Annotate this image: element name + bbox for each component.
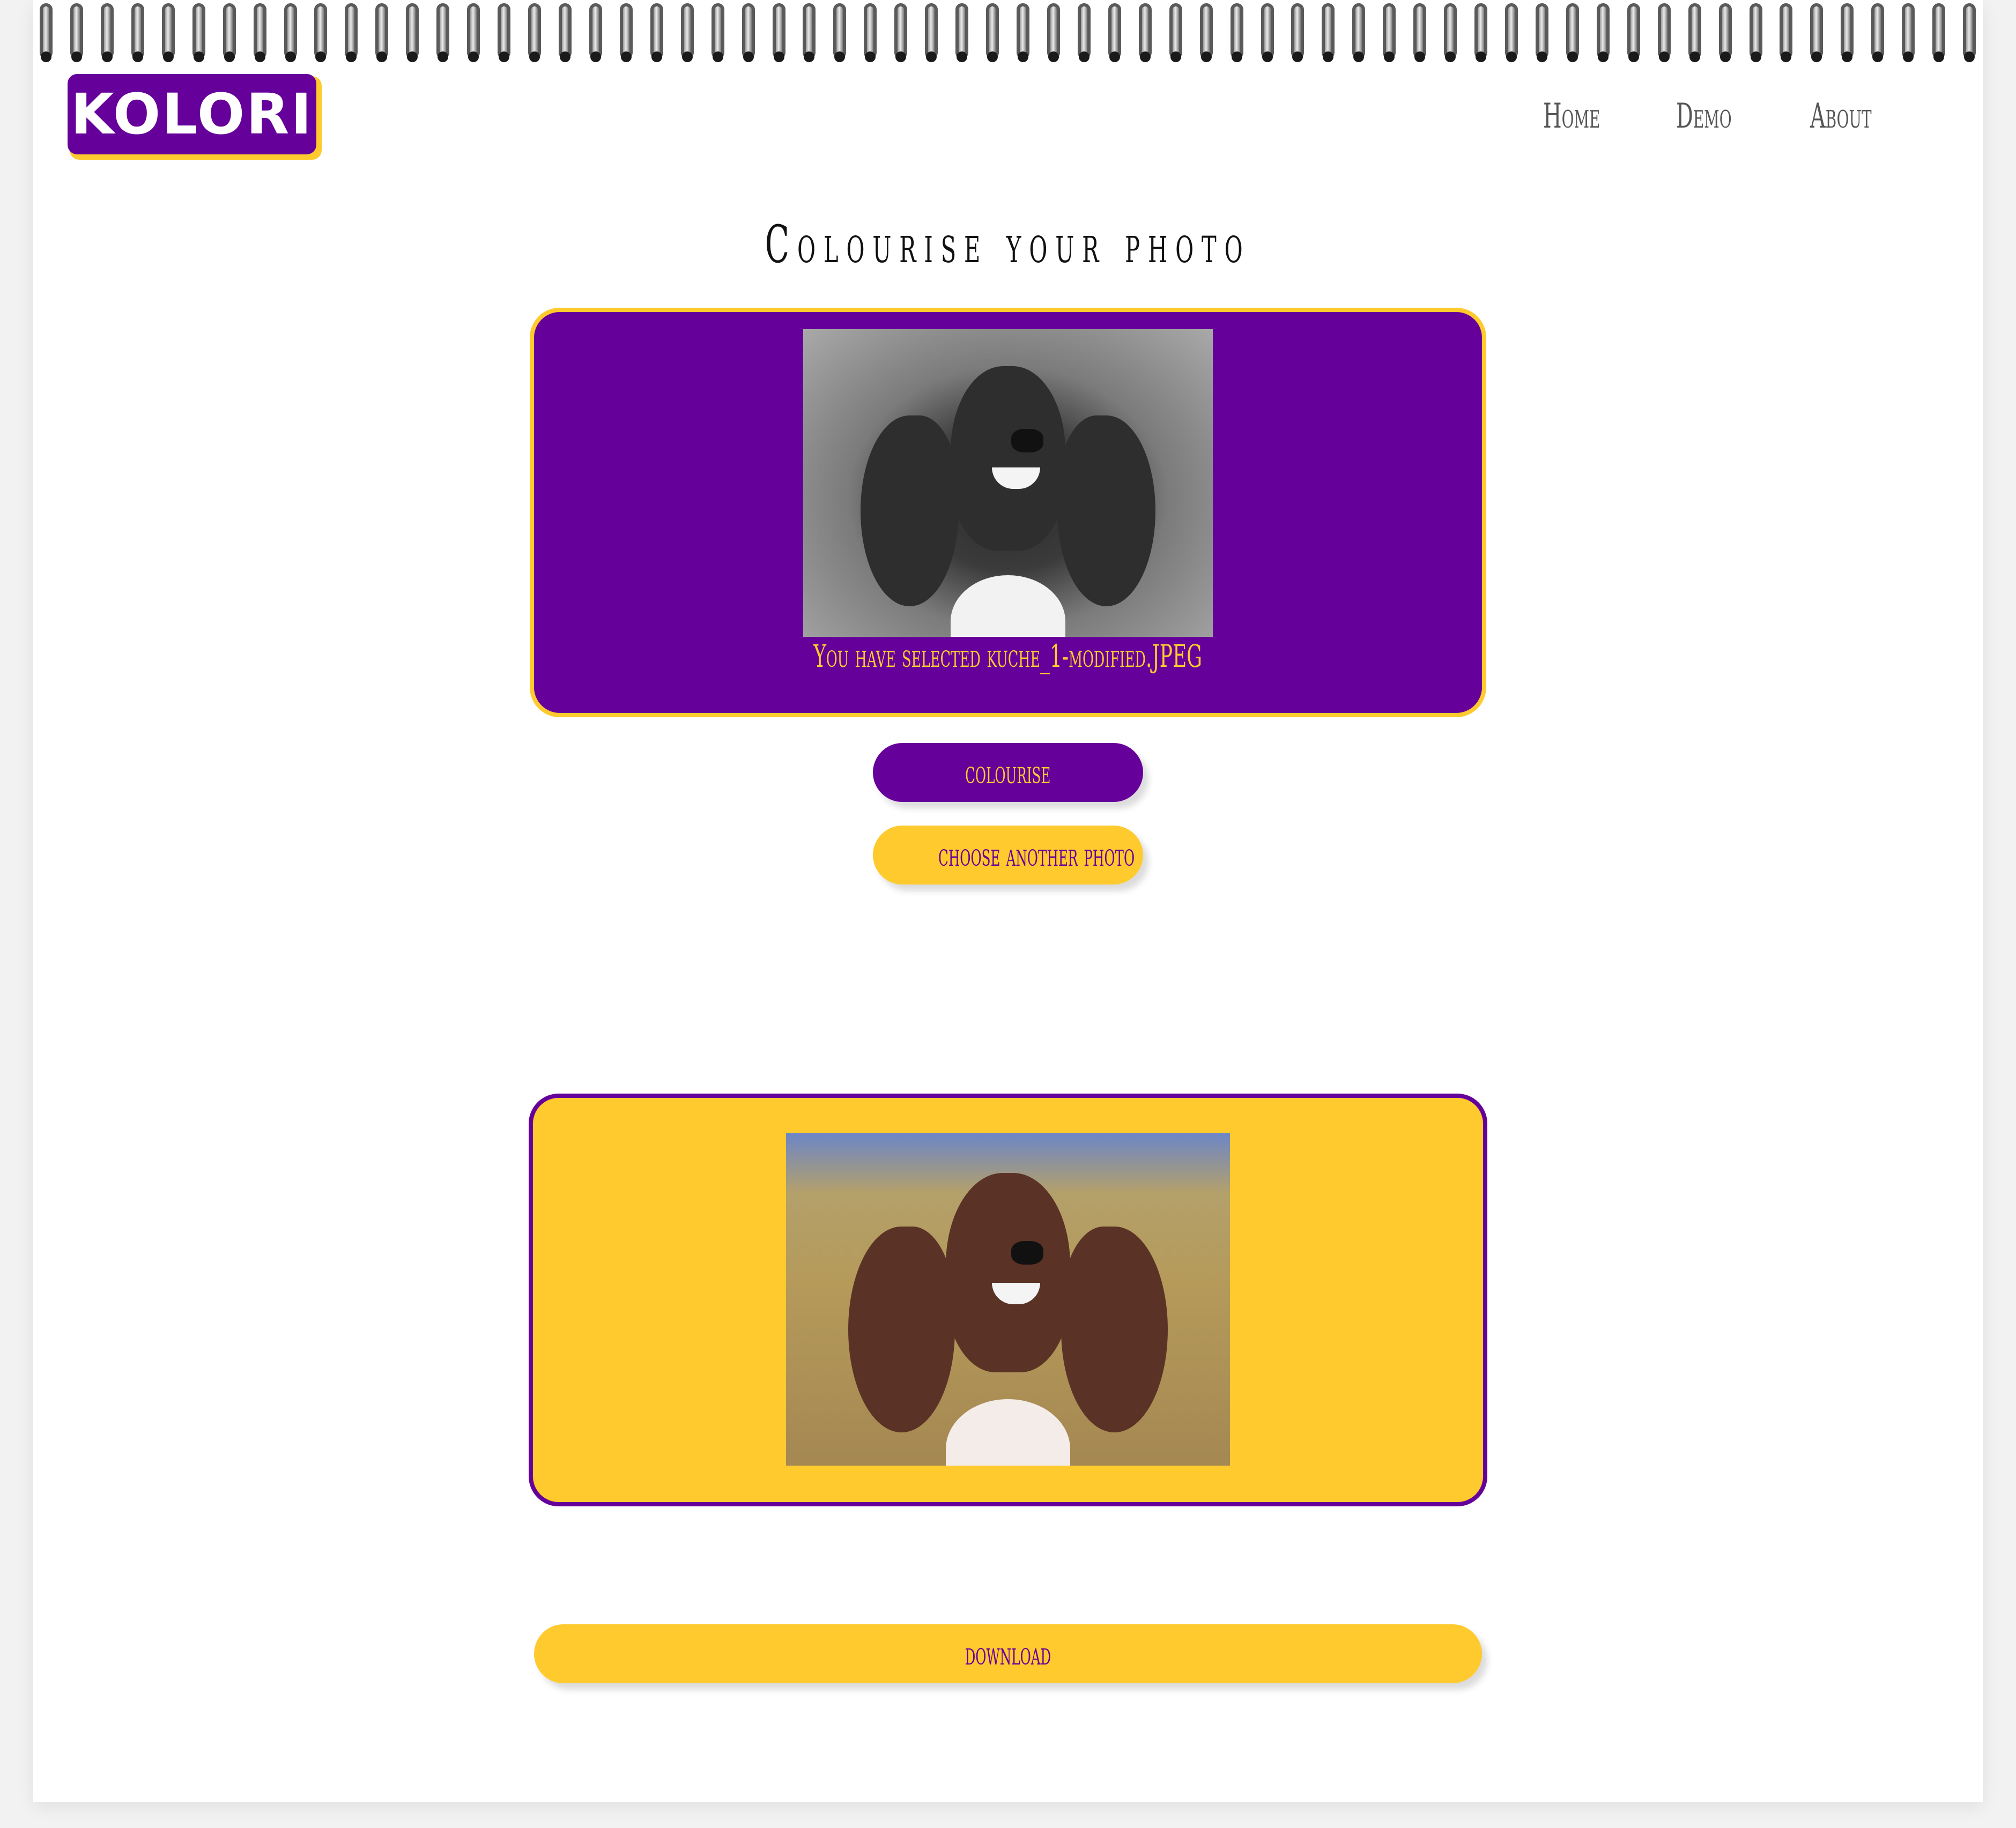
download-button[interactable]: download: [534, 1624, 1482, 1683]
spiral-ring: [161, 3, 175, 62]
spiral-ring: [375, 3, 389, 62]
spiral-ring: [100, 3, 114, 62]
spiral-ring: [1199, 3, 1213, 62]
colourised-photo: [786, 1133, 1230, 1466]
uploaded-photo: [803, 329, 1213, 637]
spiral-ring: [1383, 3, 1396, 62]
spiral-ring: [253, 3, 266, 62]
spiral-ring: [1902, 3, 1915, 62]
dog-nose: [1011, 428, 1043, 452]
logo-text: KOLORI: [68, 74, 316, 154]
spiral-ring: [619, 3, 633, 62]
dog-ear-left: [860, 415, 959, 606]
spiral-ring: [467, 3, 480, 62]
nav-demo-link[interactable]: Demo: [1676, 96, 1732, 136]
spiral-ring: [742, 3, 755, 62]
dog-ear-right: [1061, 1226, 1168, 1432]
dog-ear-left: [848, 1226, 955, 1432]
spiral-ring: [1963, 3, 1976, 62]
spiral-ring: [192, 3, 205, 62]
spiral-ring: [803, 3, 816, 62]
dog-head: [946, 1173, 1070, 1373]
spiral-ring: [1413, 3, 1427, 62]
spiral-ring: [1017, 3, 1029, 62]
spiral-ring: [70, 3, 83, 62]
choose-another-photo-button[interactable]: choose another photo: [873, 826, 1143, 885]
spiral-ring: [1108, 3, 1121, 62]
spiral-ring: [986, 3, 999, 62]
spiral-ring: [1749, 3, 1762, 62]
spiral-ring: [925, 3, 938, 62]
spiral-ring: [1352, 3, 1366, 62]
spiral-ring: [1810, 3, 1824, 62]
spiral-ring: [528, 3, 541, 62]
dog-ear-right: [1057, 415, 1156, 606]
spiral-ring: [131, 3, 144, 62]
spiral-ring: [498, 3, 511, 62]
spiral-ring: [1688, 3, 1701, 62]
spiral-ring: [1444, 3, 1457, 62]
spiral-ring: [1871, 3, 1885, 62]
spiral-ring: [1322, 3, 1335, 62]
spiral-ring: [1566, 3, 1579, 62]
spiral-ring: [680, 3, 694, 62]
spiral-ring: [772, 3, 785, 62]
spiral-ring: [1780, 3, 1793, 62]
dog-mouth: [991, 467, 1040, 489]
spiral-ring: [1077, 3, 1091, 62]
nav-home-link[interactable]: Home: [1543, 96, 1600, 136]
spiral-ring: [1657, 3, 1671, 62]
spiral-ring: [1261, 3, 1274, 62]
spiral-ring: [314, 3, 328, 62]
logo[interactable]: KOLORI: [68, 74, 322, 160]
spiral-ring: [436, 3, 450, 62]
spiral-ring: [711, 3, 724, 62]
dog-mouth: [991, 1282, 1040, 1304]
spiral-ring: [1169, 3, 1182, 62]
spiral-ring: [1596, 3, 1610, 62]
spiral-ring: [650, 3, 663, 62]
dog-head: [951, 366, 1065, 551]
spiral-ring: [223, 3, 236, 62]
spiral-ring: [864, 3, 877, 62]
spiral-ring: [1047, 3, 1060, 62]
spiral-ring: [345, 3, 358, 62]
spiral-ring: [406, 3, 419, 62]
spiral-ring: [1535, 3, 1548, 62]
page-title: Colourise your photo: [765, 214, 1251, 274]
dog-chest: [946, 1399, 1070, 1466]
spiral-ring: [894, 3, 908, 62]
spiral-ring: [1627, 3, 1640, 62]
selected-file-text: You have selected kuche_1-modified.JPEG: [813, 638, 1203, 674]
spiral-ring: [1474, 3, 1488, 62]
spiral-ring: [40, 3, 53, 62]
spiral-ring: [1138, 3, 1152, 62]
spiral-ring: [955, 3, 969, 62]
spiral-ring: [1230, 3, 1243, 62]
spiral-ring: [1291, 3, 1305, 62]
spiral-ring: [1718, 3, 1732, 62]
spiral-ring: [284, 3, 297, 62]
spiral-ring: [1932, 3, 1946, 62]
colourise-button[interactable]: colourise: [873, 743, 1143, 802]
spiral-ring: [1505, 3, 1518, 62]
spiral-ring: [1841, 3, 1854, 62]
spiral-ring: [558, 3, 572, 62]
nav-about-link[interactable]: About: [1810, 96, 1872, 136]
dog-nose: [1011, 1240, 1043, 1265]
spiral-ring: [833, 3, 847, 62]
spiral-ring: [589, 3, 602, 62]
dog-chest: [951, 575, 1065, 637]
spiral-binding: [0, 0, 2016, 63]
